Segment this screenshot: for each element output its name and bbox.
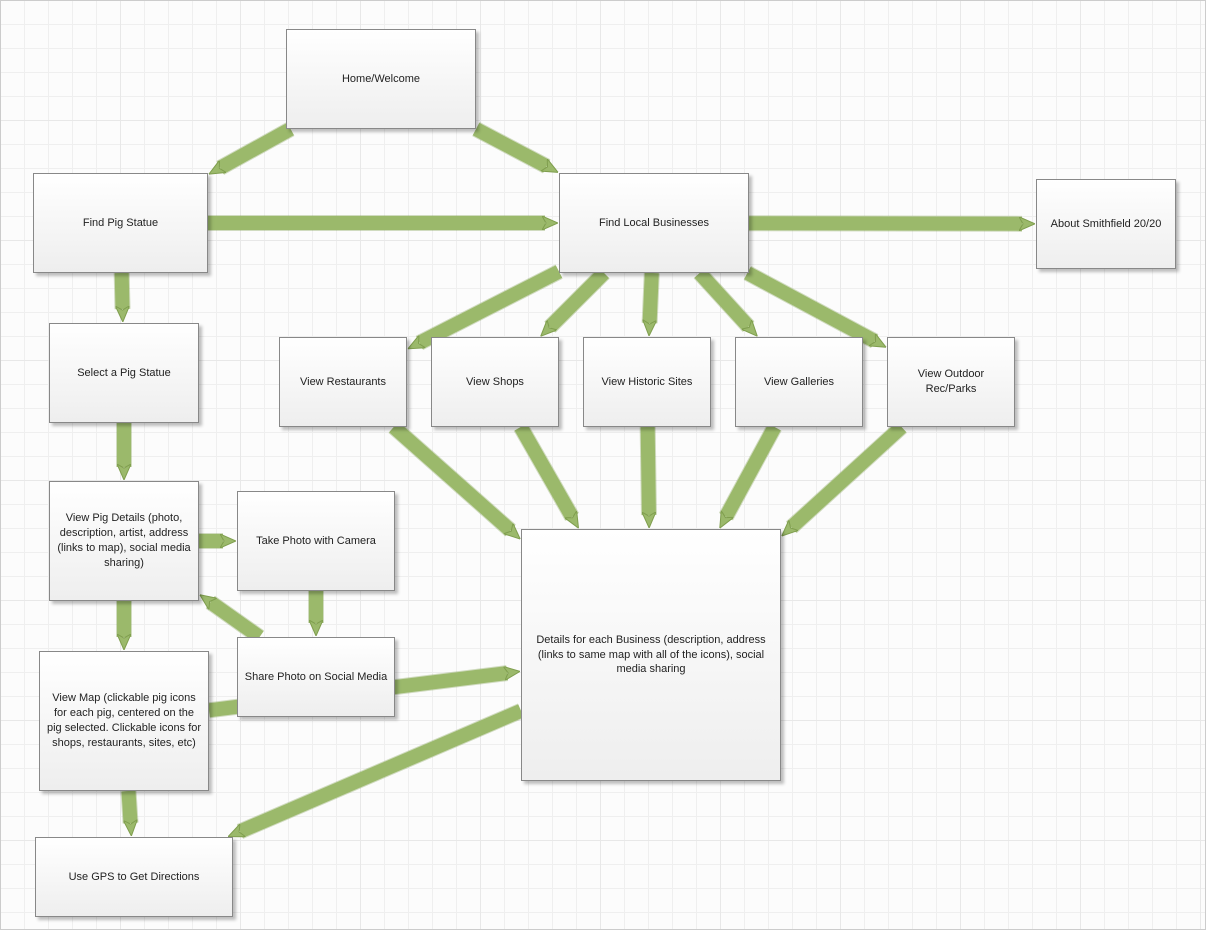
node-label: Share Photo on Social Media [245, 670, 387, 685]
arrow-findBiz-vGall [700, 273, 749, 327]
arrow-sharePhoto-pigDetails [210, 602, 259, 637]
node-vShops[interactable]: View Shops [431, 337, 559, 427]
arrow-findBiz-about [749, 223, 1022, 224]
node-vRec[interactable]: View Outdoor Rec/Parks [887, 337, 1015, 427]
node-vHist[interactable]: View Historic Sites [583, 337, 711, 427]
node-gps[interactable]: Use GPS to Get Directions [35, 837, 233, 917]
node-findPig[interactable]: Find Pig Statue [33, 173, 208, 273]
node-label: Use GPS to Get Directions [69, 870, 200, 885]
node-vRest[interactable]: View Restaurants [279, 337, 407, 427]
node-label: Take Photo with Camera [256, 534, 376, 549]
arrow-vGall-bizDetails [726, 427, 775, 517]
node-findBiz[interactable]: Find Local Businesses [559, 173, 749, 273]
arrow-home-findPig [220, 129, 290, 168]
arrow-vShops-bizDetails [521, 427, 572, 517]
node-about[interactable]: About Smithfield 20/20 [1036, 179, 1176, 269]
arrow-findPig-selectPig [122, 273, 123, 309]
arrow-viewMap-gps [128, 791, 130, 823]
arrow-findBiz-vShops [550, 273, 604, 327]
arrows-layer [1, 1, 1206, 931]
node-label: Find Pig Statue [83, 216, 158, 231]
node-label: Home/Welcome [342, 72, 420, 87]
arrow-bizDetails-gps [240, 711, 521, 832]
node-label: Find Local Businesses [599, 216, 709, 231]
diagram-canvas: Home/Welcome Find Pig Statue Find Local Bu… [0, 0, 1206, 930]
arrow-findBiz-vHist [650, 273, 652, 323]
node-bizDetails[interactable]: Details for each Business (description, … [521, 529, 781, 781]
arrow-findBiz-vRest [419, 272, 559, 343]
node-label: View Restaurants [300, 375, 386, 390]
node-label: View Shops [466, 375, 524, 390]
arrow-vHist-bizDetails [648, 427, 649, 515]
node-label: View Pig Details (photo, description, ar… [56, 511, 192, 570]
node-home[interactable]: Home/Welcome [286, 29, 476, 129]
node-label: Details for each Business (description, … [528, 633, 774, 678]
node-label: View Galleries [764, 375, 834, 390]
node-selectPig[interactable]: Select a Pig Statue [49, 323, 199, 423]
node-vGall[interactable]: View Galleries [735, 337, 863, 427]
node-pigDetails[interactable]: View Pig Details (photo, description, ar… [49, 481, 199, 601]
node-takePhoto[interactable]: Take Photo with Camera [237, 491, 395, 591]
node-label: View Map (clickable pig icons for each p… [46, 691, 202, 750]
node-label: About Smithfield 20/20 [1051, 217, 1162, 232]
node-sharePhoto[interactable]: Share Photo on Social Media [237, 637, 395, 717]
node-viewMap[interactable]: View Map (clickable pig icons for each p… [39, 651, 209, 791]
arrow-vRest-bizDetails [394, 427, 511, 530]
node-label: View Outdoor Rec/Parks [894, 367, 1008, 397]
arrow-home-findBiz [476, 129, 547, 166]
arrow-vRec-bizDetails [791, 427, 901, 527]
node-label: Select a Pig Statue [77, 366, 171, 381]
arrow-findBiz-vRec [747, 273, 874, 341]
node-label: View Historic Sites [602, 375, 693, 390]
